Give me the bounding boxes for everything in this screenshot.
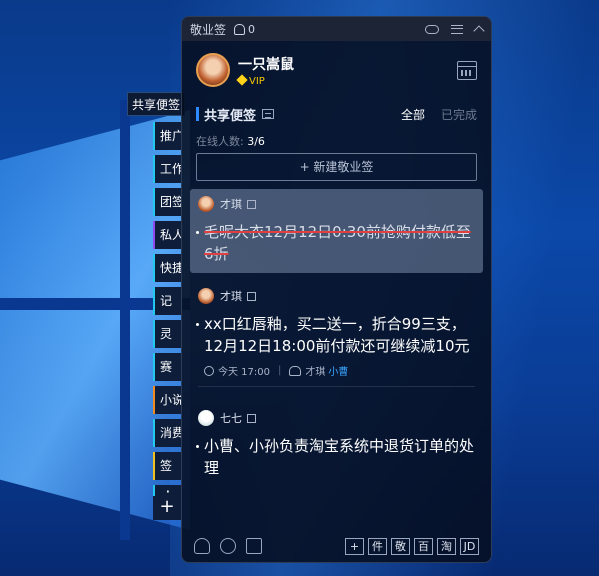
title-bar: 敬业签 0: [182, 17, 491, 41]
side-tab[interactable]: 私人: [153, 221, 181, 249]
side-tab[interactable]: 快捷: [153, 254, 181, 282]
side-tab[interactable]: 推广: [153, 122, 181, 150]
divider: [198, 386, 475, 387]
list-icon[interactable]: [262, 109, 275, 119]
note-item[interactable]: 才琪 xx口红唇釉，买二送一，折合99三支，12月12日18:00前付款还可继续…: [190, 281, 483, 395]
filter-done[interactable]: 已完成: [441, 106, 477, 123]
note-author: 才琪: [220, 290, 242, 303]
lock-icon: [247, 291, 256, 301]
online-label: 在线人数:: [196, 135, 248, 148]
add-button[interactable]: +: [345, 537, 364, 555]
vip-badge: VIP: [249, 75, 265, 87]
side-tab[interactable]: 灵: [153, 320, 181, 348]
side-tab[interactable]: 团签: [153, 188, 181, 216]
note-item[interactable]: 才琪 毛呢大衣12月12日0:30前抢购付款低至6折: [190, 189, 483, 273]
section-bar: 共享便签 全部 已完成: [182, 103, 491, 125]
author-avatar: [198, 288, 214, 304]
user-name: 一只嵩鼠: [238, 56, 294, 73]
diamond-icon: [236, 73, 248, 86]
side-tab[interactable]: 消费: [153, 419, 181, 447]
author-avatar: [198, 196, 214, 212]
note-item[interactable]: 七七 小曹、小孙负责淘宝系统中退货订单的处理: [190, 403, 483, 487]
avatar[interactable]: [196, 53, 230, 87]
calendar-icon[interactable]: [457, 60, 477, 80]
note-text: 毛呢大衣12月12日0:30前抢购付款低至6折: [196, 221, 475, 265]
note-author: 七七: [220, 412, 242, 425]
toolbar-button[interactable]: JD: [460, 537, 479, 555]
chevron-up-icon[interactable]: [473, 25, 485, 37]
side-tabs: 推广 工作 团签 私人 快捷 记 灵 赛 小说 消费 签 ⋮: [153, 122, 183, 511]
side-tab[interactable]: 记: [153, 287, 181, 315]
toolbar-button[interactable]: 百: [414, 537, 433, 555]
notify-count: 0: [248, 22, 256, 36]
note-assignee: 小曹: [328, 367, 349, 378]
section-title[interactable]: 共享便签: [204, 105, 256, 124]
note-text: xx口红唇釉，买二送一，折合99三支，12月12日18:00前付款还可继续减10…: [196, 313, 475, 357]
toolbar-button[interactable]: 件: [368, 537, 387, 555]
new-note-button[interactable]: + 新建敬业签: [196, 153, 477, 181]
note-text: 小曹、小孙负责淘宝系统中退货订单的处理: [196, 435, 475, 479]
search-icon[interactable]: [220, 538, 236, 554]
online-value: 3/6: [247, 135, 265, 148]
lock-icon: [247, 413, 256, 423]
contacts-icon[interactable]: [194, 538, 210, 554]
note-time: 今天 17:00: [218, 367, 270, 378]
cloud-icon[interactable]: [425, 24, 439, 34]
app-title: 敬业签: [190, 22, 227, 37]
logo-gap: [120, 100, 130, 540]
side-tab[interactable]: 签: [153, 452, 181, 480]
bell-icon[interactable]: [234, 23, 246, 35]
side-tab[interactable]: 赛: [153, 353, 181, 381]
users-icon: [289, 365, 302, 376]
side-tab[interactable]: 小说: [153, 386, 181, 414]
notes-icon[interactable]: [246, 538, 262, 554]
notes-panel: 敬业签 0 一只嵩鼠 VIP 共享便签 全部 已完成 在线人数: 3/6 + 新…: [181, 16, 492, 563]
online-count: 在线人数: 3/6: [182, 125, 491, 148]
lock-icon: [247, 199, 256, 209]
profile: 一只嵩鼠 VIP: [182, 41, 491, 99]
side-tab[interactable]: 工作: [153, 155, 181, 183]
filter-all[interactable]: 全部: [401, 106, 425, 123]
note-author: 才琪: [220, 198, 242, 211]
toolbar-button[interactable]: 淘: [437, 537, 456, 555]
menu-icon[interactable]: [451, 24, 463, 34]
section-marker: [196, 107, 199, 121]
note-assignee: 才琪: [305, 367, 326, 378]
side-header[interactable]: 共享便签: [127, 92, 185, 116]
author-avatar: [198, 410, 214, 426]
toolbar-button[interactable]: 敬: [391, 537, 410, 555]
separator: |: [278, 365, 282, 376]
clock-icon: [204, 365, 214, 376]
side-add-button[interactable]: +: [153, 496, 181, 520]
bottom-toolbar: + 件 敬 百 淘 JD: [182, 530, 491, 562]
